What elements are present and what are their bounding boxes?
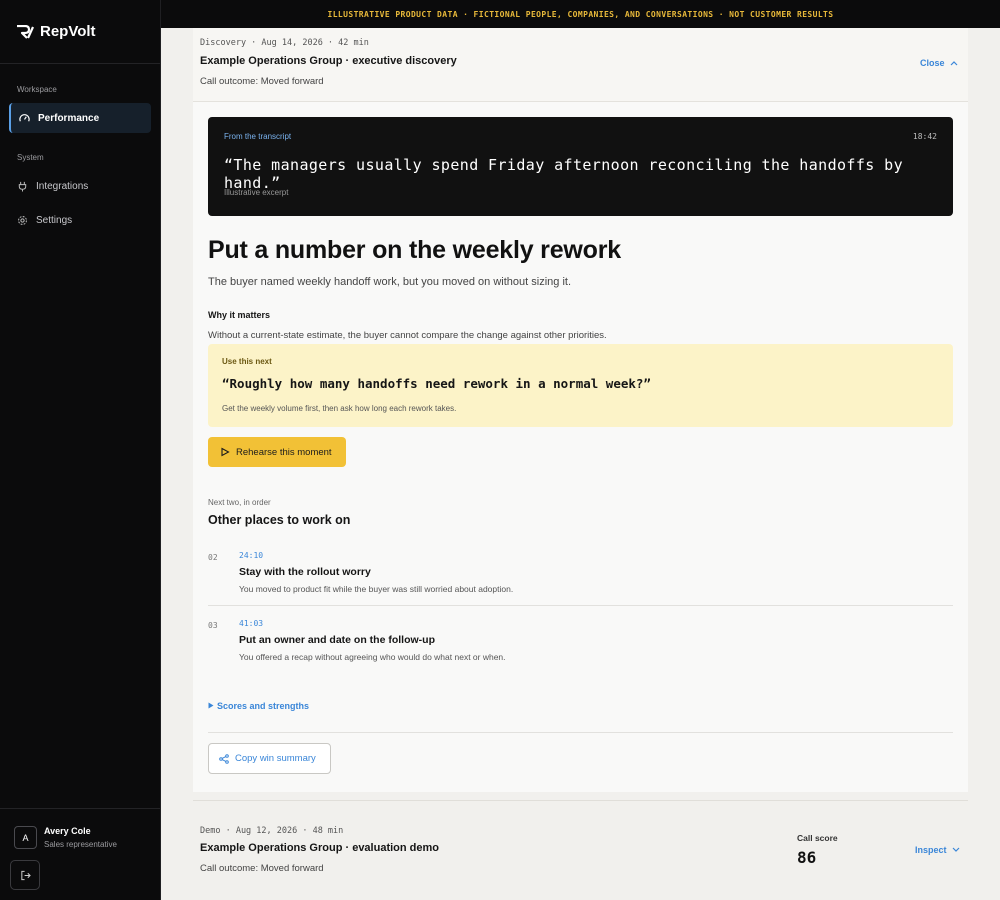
item-title: Put an owner and date on the follow-up — [239, 634, 435, 646]
item-number: 02 — [208, 553, 218, 562]
call-meta: Discovery · Aug 14, 2026 · 42 min — [200, 38, 369, 48]
call-title: Example Operations Group · evaluation de… — [200, 842, 439, 854]
sidebar-item-performance[interactable]: Performance — [9, 103, 151, 133]
play-icon — [221, 447, 230, 457]
main-content: Discovery · Aug 14, 2026 · 42 min Exampl… — [161, 28, 1000, 900]
call-card-collapsed[interactable]: Demo · Aug 12, 2026 · 48 min Example Ope… — [193, 800, 968, 900]
sidebar: RepVolt Workspace Performance System Int… — [0, 0, 161, 900]
system-heading: System — [17, 153, 44, 162]
scores-label: Scores and strengths — [217, 701, 310, 711]
chevron-down-icon — [952, 847, 960, 852]
gear-icon — [18, 215, 27, 225]
chevron-up-icon — [950, 61, 958, 66]
other-kicker: Next two, in order — [208, 498, 271, 507]
list-item[interactable]: 03 41:03 Put an owner and date on the fo… — [208, 614, 953, 680]
brand[interactable]: RepVolt — [0, 0, 160, 64]
sidebar-item-label: Performance — [38, 112, 100, 124]
list-item[interactable]: 02 24:10 Stay with the rollout worry You… — [208, 546, 953, 612]
use-next-quote: “Roughly how many handoffs need rework i… — [222, 376, 651, 391]
plug-icon — [18, 181, 27, 192]
sidebar-item-label: Integrations — [36, 180, 89, 192]
copy-label: Copy win summary — [235, 753, 316, 764]
why-heading: Why it matters — [208, 310, 271, 320]
why-text: Without a current-state estimate, the bu… — [208, 330, 607, 341]
user-panel: A Avery Cole Sales representative — [0, 808, 160, 900]
coaching-headline: Put a number on the weekly rework — [208, 236, 621, 264]
caret-right-icon — [208, 702, 214, 709]
copy-win-summary-button[interactable]: Copy win summary — [208, 743, 331, 774]
transcript-excerpt: From the transcript 18:42 “The managers … — [208, 117, 953, 216]
sidebar-item-integrations[interactable]: Integrations — [9, 171, 151, 201]
transcript-label: From the transcript — [224, 132, 292, 141]
call-outcome: Call outcome: Moved forward — [200, 76, 324, 87]
inspect-button[interactable]: Inspect — [915, 845, 960, 855]
item-timestamp[interactable]: 24:10 — [239, 551, 263, 560]
call-header[interactable]: Discovery · Aug 14, 2026 · 42 min Exampl… — [193, 28, 968, 102]
use-this-next-box: Use this next “Roughly how many handoffs… — [208, 344, 953, 427]
avatar[interactable]: A — [14, 826, 37, 849]
item-timestamp[interactable]: 41:03 — [239, 619, 263, 628]
scores-toggle[interactable]: Scores and strengths — [208, 701, 309, 711]
workspace-heading: Workspace — [17, 85, 57, 94]
close-button[interactable]: Close — [920, 58, 958, 68]
item-title: Stay with the rollout worry — [239, 566, 371, 578]
other-heading: Other places to work on — [208, 513, 351, 527]
logout-button[interactable] — [10, 860, 40, 890]
transcript-timestamp: 18:42 — [912, 132, 937, 141]
coaching-panel: From the transcript 18:42 “The managers … — [193, 102, 968, 792]
user-role: Sales representative — [44, 840, 117, 849]
item-number: 03 — [208, 621, 218, 630]
disclaimer-banner: ILLUSTRATIVE PRODUCT DATA · FICTIONAL PE… — [161, 0, 1000, 28]
call-outcome: Call outcome: Moved forward — [200, 863, 324, 874]
call-title: Example Operations Group · executive dis… — [200, 55, 457, 67]
rehearse-label: Rehearse this moment — [236, 446, 332, 458]
divider — [208, 605, 953, 606]
item-description: You moved to product fit while the buyer… — [239, 584, 514, 594]
call-meta: Demo · Aug 12, 2026 · 48 min — [200, 826, 344, 836]
logout-icon — [20, 870, 31, 880]
coaching-subline: The buyer named weekly handoff work, but… — [208, 276, 571, 288]
use-next-note: Get the weekly volume first, then ask ho… — [222, 404, 457, 413]
gauge-icon — [19, 113, 30, 122]
sidebar-item-settings[interactable]: Settings — [9, 205, 151, 235]
user-name: Avery Cole — [44, 826, 91, 836]
call-card-expanded: Discovery · Aug 14, 2026 · 42 min Exampl… — [193, 28, 968, 792]
transcript-quote: “The managers usually spend Friday after… — [224, 156, 904, 192]
rehearse-button[interactable]: Rehearse this moment — [208, 437, 346, 467]
inspect-label: Inspect — [914, 845, 947, 855]
brand-name: RepVolt — [40, 23, 96, 40]
share-icon — [219, 753, 229, 764]
transcript-note: Illustrative excerpt — [224, 188, 289, 197]
item-description: You offered a recap without agreeing who… — [239, 652, 506, 662]
use-next-label: Use this next — [222, 357, 272, 366]
score-value: 86 — [797, 848, 817, 867]
banner-text: ILLUSTRATIVE PRODUCT DATA · FICTIONAL PE… — [327, 9, 834, 19]
score-label: Call score — [797, 833, 838, 843]
close-label: Close — [919, 58, 945, 68]
repvolt-logo-icon — [17, 24, 34, 39]
sidebar-item-label: Settings — [36, 214, 73, 226]
divider — [208, 732, 953, 733]
